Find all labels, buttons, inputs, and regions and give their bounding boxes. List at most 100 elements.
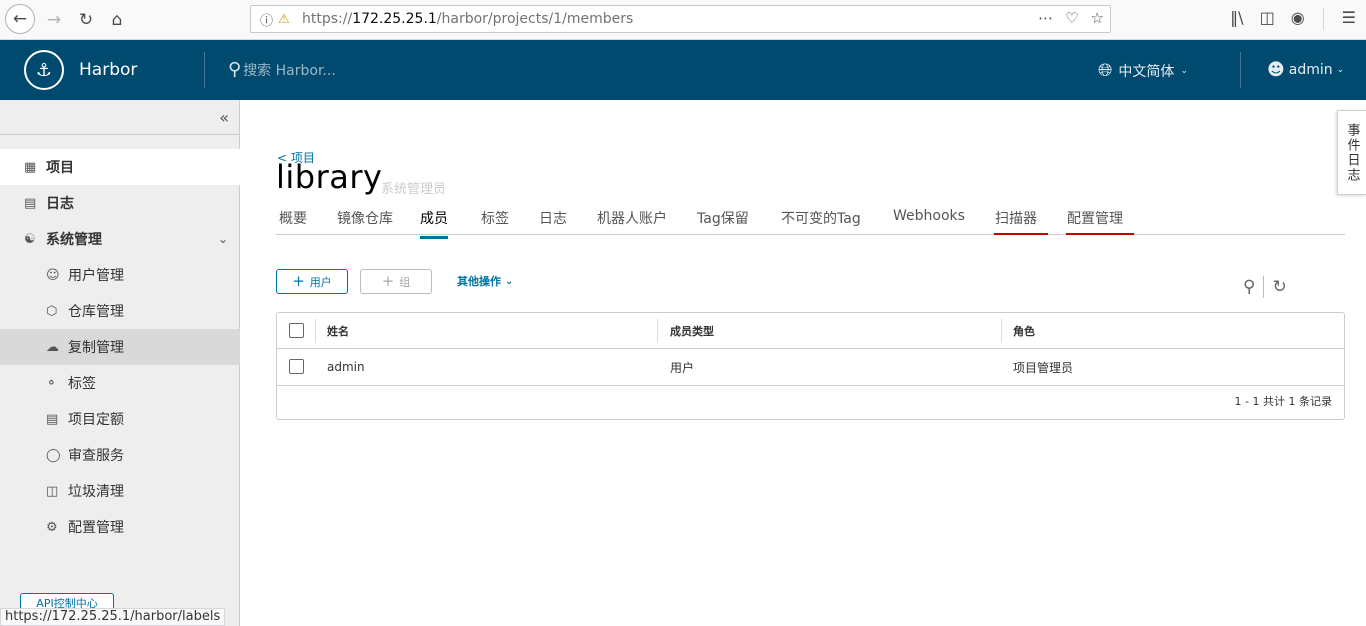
- sidebar-item-label: 垃圾清理: [68, 484, 124, 500]
- brand-name[interactable]: Harbor: [79, 60, 137, 80]
- projects-icon: ▦: [24, 159, 37, 175]
- back-arrow-icon[interactable]: ←: [5, 4, 35, 34]
- browser-toolbar: ← → ↻ ⌂ ⓘ ⚠ https://172.25.25.1/harbor/p…: [0, 0, 1366, 40]
- chevron-down-icon: ⌄: [1180, 65, 1188, 76]
- member-name: admin: [327, 360, 365, 374]
- member-type: 用户: [670, 360, 695, 375]
- sidebar-item-replications[interactable]: ☁ 复制管理: [0, 329, 240, 365]
- global-search[interactable]: ⚲ 搜索 Harbor...: [228, 59, 336, 80]
- logs-icon: ▤: [24, 195, 37, 211]
- tab-scanner[interactable]: 扫描器: [994, 208, 1048, 236]
- column-header-name[interactable]: 姓名: [327, 313, 349, 348]
- tab-labels[interactable]: 标签: [481, 208, 509, 236]
- more-actions-label: 其他操作: [457, 275, 501, 288]
- pagination-summary: 1 - 1 共计 1 条记录: [1234, 395, 1332, 408]
- sidebar-item-projects[interactable]: ▦ 项目: [0, 149, 240, 185]
- tag-icon: ⚬: [46, 375, 57, 391]
- tab-robot-accounts[interactable]: 机器人账户: [597, 208, 667, 236]
- sidebar-item-label: 复制管理: [68, 340, 124, 356]
- globe-icon: 🌐︎: [1098, 60, 1113, 81]
- divider: [1240, 52, 1241, 88]
- forward-arrow-icon[interactable]: →: [40, 6, 68, 34]
- pocket-icon[interactable]: ♡: [1065, 9, 1078, 27]
- column-header-role[interactable]: 角色: [1013, 313, 1035, 348]
- sidebar-item-label: 配置管理: [68, 520, 124, 536]
- add-user-button[interactable]: + 用户: [276, 269, 348, 294]
- user-name: admin: [1288, 62, 1333, 78]
- user-menu[interactable]: ☻ admin ⌄: [1267, 60, 1344, 80]
- search-icon[interactable]: ⚲: [228, 59, 241, 80]
- hamburger-menu-icon[interactable]: ☰: [1342, 8, 1356, 30]
- table-row[interactable]: admin 用户 项目管理员: [277, 349, 1344, 386]
- sidebar-item-configuration[interactable]: ⚙ 配置管理: [0, 509, 240, 545]
- plus-icon: +: [292, 272, 305, 290]
- sidebar-item-project-quotas[interactable]: ▤ 项目定额: [0, 401, 240, 437]
- sidebar: « ▦ 项目 ▤ 日志 ☯ 系统管理 ⌄ ☺ 用户管理 ⬡ 仓库管理 ☁ 复制管…: [0, 100, 240, 626]
- user-icon: ☻: [1267, 60, 1285, 80]
- administration-icon: ☯: [24, 231, 36, 247]
- sidebar-toggle-icon[interactable]: ◫: [1260, 8, 1275, 30]
- row-checkbox[interactable]: [289, 359, 304, 374]
- sidebar-item-label: 系统管理: [46, 232, 102, 248]
- event-log-tab[interactable]: 事件日志: [1337, 110, 1366, 195]
- more-actions-dropdown[interactable]: 其他操作 ⌄: [457, 273, 513, 289]
- tab-tag-retention[interactable]: Tag保留: [697, 208, 749, 236]
- table-header: 姓名 成员类型 角色: [277, 313, 1344, 349]
- sidebar-item-garbage-collection[interactable]: ◫ 垃圾清理: [0, 473, 240, 509]
- chevron-down-icon: ⌄: [1336, 65, 1345, 75]
- url-text[interactable]: https://172.25.25.1/harbor/projects/1/me…: [302, 11, 633, 27]
- tab-members[interactable]: 成员: [420, 208, 448, 239]
- search-icon[interactable]: ⚲: [1243, 277, 1255, 297]
- tab-configuration[interactable]: 配置管理: [1066, 208, 1134, 236]
- collapse-sidebar-icon[interactable]: «: [219, 108, 229, 127]
- tab-webhooks[interactable]: Webhooks: [893, 208, 965, 232]
- status-url: https://172.25.25.1/harbor/labels: [0, 608, 226, 626]
- gear-icon: ⚙: [46, 519, 58, 535]
- harbor-logo-icon[interactable]: ⚓: [24, 50, 64, 90]
- sidebar-item-administration[interactable]: ☯ 系统管理 ⌄: [0, 221, 240, 257]
- address-bar[interactable]: ⓘ ⚠ https://172.25.25.1/harbor/projects/…: [250, 5, 1111, 33]
- divider: [204, 52, 205, 88]
- library-icon[interactable]: ‖\: [1230, 8, 1243, 30]
- column-header-member-type[interactable]: 成员类型: [670, 313, 714, 348]
- sidebar-item-logs[interactable]: ▤ 日志: [0, 185, 240, 221]
- shield-icon: ◯: [46, 447, 61, 463]
- tab-summary[interactable]: 概要: [279, 208, 307, 236]
- members-table: 姓名 成员类型 角色 admin 用户 项目管理员 1 - 1 共计 1 条记录: [276, 312, 1345, 420]
- page-actions-icon[interactable]: ⋯: [1038, 9, 1053, 27]
- search-input[interactable]: 搜索 Harbor...: [243, 60, 336, 80]
- divider: [1001, 319, 1002, 343]
- insecure-lock-icon[interactable]: ⚠: [278, 12, 296, 27]
- tab-immutable-tags[interactable]: 不可变的Tag: [781, 208, 861, 236]
- home-icon[interactable]: ⌂: [103, 6, 131, 34]
- sidebar-item-label: 仓库管理: [68, 304, 124, 320]
- tab-repositories[interactable]: 镜像仓库: [337, 208, 393, 236]
- chevron-down-icon: ⌄: [505, 275, 514, 287]
- bookmark-star-icon[interactable]: ☆: [1091, 9, 1104, 27]
- sidebar-top: «: [0, 100, 239, 135]
- trash-icon: ◫: [46, 483, 59, 499]
- divider: [1263, 276, 1265, 298]
- add-group-button[interactable]: + 组: [360, 269, 432, 294]
- chevron-down-icon[interactable]: ⌄: [218, 232, 228, 246]
- divider: [1322, 8, 1324, 30]
- registry-icon: ⬡: [46, 303, 58, 319]
- project-tabs: 概要 镜像仓库 成员 标签 日志 机器人账户 Tag保留 不可变的Tag Web…: [276, 200, 1345, 239]
- account-icon[interactable]: ◉: [1291, 8, 1305, 30]
- select-all-checkbox[interactable]: [289, 323, 304, 338]
- sidebar-item-users[interactable]: ☺ 用户管理: [0, 257, 240, 293]
- tab-logs[interactable]: 日志: [539, 208, 567, 236]
- reload-icon[interactable]: ↻: [72, 6, 100, 34]
- info-icon[interactable]: ⓘ: [260, 10, 278, 29]
- sidebar-item-registries[interactable]: ⬡ 仓库管理: [0, 293, 240, 329]
- language-label: 中文简体: [1118, 63, 1175, 80]
- language-selector[interactable]: 🌐︎ 中文简体 ⌄: [1098, 60, 1188, 81]
- sidebar-item-labels[interactable]: ⚬ 标签: [0, 365, 240, 401]
- sidebar-item-label: 审查服务: [68, 448, 124, 464]
- event-log-label: 事件日志: [1344, 122, 1360, 183]
- refresh-icon[interactable]: ↻: [1272, 277, 1286, 297]
- divider: [315, 319, 316, 343]
- sidebar-item-label: 标签: [68, 376, 96, 392]
- sidebar-item-interrogation-services[interactable]: ◯ 审查服务: [0, 437, 240, 473]
- divider: [657, 319, 658, 343]
